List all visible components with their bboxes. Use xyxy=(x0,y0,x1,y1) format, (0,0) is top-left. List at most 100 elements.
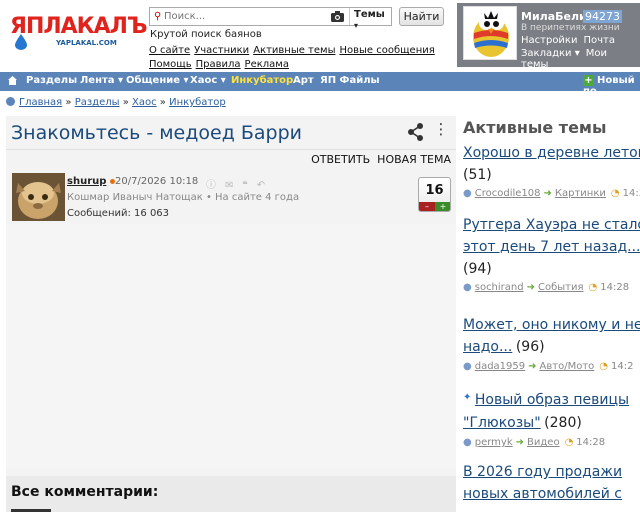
link-active-topics[interactable]: Активные темы xyxy=(253,45,335,56)
user-links-row1: Настройки Почта xyxy=(521,35,621,46)
home-icon[interactable] xyxy=(7,75,18,86)
plus-icon: + xyxy=(583,75,594,86)
reply-arrow-icon[interactable]: ↶ xyxy=(257,180,265,191)
arrow-right-icon: ➜ xyxy=(528,361,537,372)
person-icon: ● xyxy=(463,282,472,293)
post-author[interactable]: shurup xyxy=(67,176,106,187)
search-button[interactable]: Найти xyxy=(399,7,444,26)
new-topic-button[interactable]: НОВАЯ ТЕМА xyxy=(377,153,451,166)
user-status: В перипетиях жизни xyxy=(521,23,620,33)
more-menu-icon[interactable]: ⋮ xyxy=(432,120,450,144)
active-topic-count: (96) xyxy=(515,339,545,355)
nav-social[interactable]: Общение ▾ xyxy=(126,75,189,86)
post-body xyxy=(6,224,456,468)
info-icon[interactable]: ⓘ xyxy=(206,180,216,191)
breadcrumb-sections[interactable]: Разделы xyxy=(75,97,120,108)
active-topic-author[interactable]: Crocodile108 xyxy=(475,188,541,199)
active-topic-time: 14:2 xyxy=(611,361,634,372)
active-topic-link[interactable]: Рутгера Хауэра не стало xyxy=(463,214,640,236)
active-topic-line2: надо... (96) xyxy=(463,336,640,359)
active-topic-link-line2[interactable]: надо... xyxy=(463,339,512,355)
link-about[interactable]: О сайте xyxy=(149,45,190,56)
active-topic-link-line2[interactable]: "Глюкозы" xyxy=(463,415,541,431)
rating-minus-button[interactable]: – xyxy=(419,202,435,211)
active-topic-link-line2[interactable]: этот день 7 лет назад... xyxy=(463,236,640,258)
search-scope-select[interactable]: Темы ▾ xyxy=(349,8,391,30)
link-ads[interactable]: Реклама xyxy=(245,59,289,70)
new-topic-nav-button[interactable]: + Новый по xyxy=(583,75,640,97)
clock-icon: ◔ xyxy=(610,188,620,199)
active-topic-link[interactable]: В 2026 году продажи xyxy=(463,461,640,483)
nav-files[interactable]: ЯП Файлы xyxy=(320,75,380,86)
breadcrumb-chaos[interactable]: Хаос xyxy=(132,97,157,108)
nav-chaos[interactable]: Хаос ▾ xyxy=(190,75,226,86)
settings-link[interactable]: Настройки xyxy=(521,35,577,46)
active-topic-item: Может, оно никому и не надо... (96) ● dad… xyxy=(463,314,640,372)
active-topic-time: 14:28 xyxy=(600,282,630,293)
page-title: Знакомьтесь - медоед Барри xyxy=(11,122,303,144)
active-topic-link-line2[interactable]: новых автомобилей с xyxy=(463,483,640,505)
post-tools: ⓘ ✉ ❝ ↶ xyxy=(206,176,274,191)
nav-sections[interactable]: Разделы xyxy=(26,75,77,86)
post-date: 20/7/2026 10:18 xyxy=(115,176,199,187)
camera-icon[interactable] xyxy=(331,11,344,22)
reply-button[interactable]: ОТВЕТИТЬ xyxy=(311,153,370,166)
active-topic-author[interactable]: permyk xyxy=(475,437,513,448)
bookmarks-link[interactable]: Закладки ▾ xyxy=(521,48,580,59)
sidebar-title: Активные темы xyxy=(463,118,607,137)
person-icon: ● xyxy=(463,361,472,372)
avatar[interactable] xyxy=(463,6,517,60)
active-topic-item: Хорошо в деревне летом (51) ● Crocodile10… xyxy=(463,142,640,199)
site-header: ЯПЛАКАЛЪ YAPLAKAL.COM ⚲ Темы ▾ Найти Кру… xyxy=(0,0,640,72)
link-members[interactable]: Участники xyxy=(194,45,249,56)
active-topic-category[interactable]: Видео xyxy=(527,437,560,448)
logo-text: ЯПЛАКАЛЪ xyxy=(10,14,148,39)
breadcrumb-incubator[interactable]: Инкубатор xyxy=(169,97,226,108)
active-topic-link[interactable]: Хорошо в деревне летом xyxy=(463,142,640,164)
site-logo[interactable]: ЯПЛАКАЛЪ YAPLAKAL.COM xyxy=(6,14,148,54)
quote-icon[interactable]: ❝ xyxy=(242,180,247,191)
breadcrumb-home[interactable]: Главная xyxy=(19,97,62,108)
share-icon[interactable] xyxy=(405,120,427,144)
search-input[interactable] xyxy=(164,9,334,24)
rating-value: 16 xyxy=(425,183,444,198)
chevron-down-icon: ▾ xyxy=(354,21,359,30)
active-topic-category[interactable]: Картинки xyxy=(555,188,606,199)
nav-art[interactable]: Арт xyxy=(293,75,314,86)
post-rating: 16 – + xyxy=(418,177,451,212)
person-icon: ● xyxy=(463,188,472,199)
nav-feed[interactable]: Лента ▾ xyxy=(80,75,123,86)
active-topic-author[interactable]: dada1959 xyxy=(475,361,525,372)
active-topic-count: (280) xyxy=(544,415,582,431)
logo-domain: YAPLAKAL.COM xyxy=(56,39,117,47)
topic-title-bar: Знакомьтесь - медоед Барри ⋮ xyxy=(6,116,456,150)
active-topic-category[interactable]: События xyxy=(538,282,584,293)
rating-plus-button[interactable]: + xyxy=(435,202,450,211)
clock-icon: ◔ xyxy=(599,361,609,372)
breadcrumb-icon xyxy=(6,97,15,106)
avatar-bird-icon xyxy=(464,7,516,59)
link-rules[interactable]: Правила xyxy=(196,59,241,70)
mail-link[interactable]: Почта xyxy=(583,35,615,46)
active-topic-author[interactable]: sochirand xyxy=(475,282,524,293)
post-author-avatar[interactable] xyxy=(12,173,65,221)
mail-icon[interactable]: ✉ xyxy=(225,180,233,191)
pin-icon: ✦ xyxy=(463,392,472,403)
breadcrumb: Главная » Разделы » Хаос » Инкубатор xyxy=(6,97,226,108)
nav-incubator[interactable]: Инкубатор xyxy=(231,75,293,86)
topic-main: Знакомьтесь - медоед Барри ⋮ ОТВЕТИТЬ НОВ… xyxy=(6,116,456,512)
active-topic-item: ✦ Новый образ певицы "Глюкозы" (280) ● pe… xyxy=(463,387,640,448)
link-help[interactable]: Помощь xyxy=(149,59,192,70)
active-topic-item: Рутгера Хауэра не стало этот день 7 лет … xyxy=(463,214,640,293)
post-actions: ОТВЕТИТЬ НОВАЯ ТЕМА xyxy=(304,153,451,166)
active-topic-link[interactable]: Новый образ певицы xyxy=(475,392,629,408)
comments-title: Все комментарии: xyxy=(11,484,159,500)
link-new-messages[interactable]: Новые сообщения xyxy=(339,45,434,56)
comments-header: Все комментарии: xyxy=(6,476,456,512)
active-topic-link[interactable]: Может, оно никому и не xyxy=(463,314,640,336)
active-topic-line1: ✦ Новый образ певицы xyxy=(463,387,640,412)
active-topic-count: (94) xyxy=(463,261,492,277)
user-panel: МилаБелик 94273 В перипетиях жизни Настр… xyxy=(457,3,640,70)
clock-icon: ◔ xyxy=(564,437,574,448)
active-topic-category[interactable]: Авто/Мото xyxy=(540,361,595,372)
